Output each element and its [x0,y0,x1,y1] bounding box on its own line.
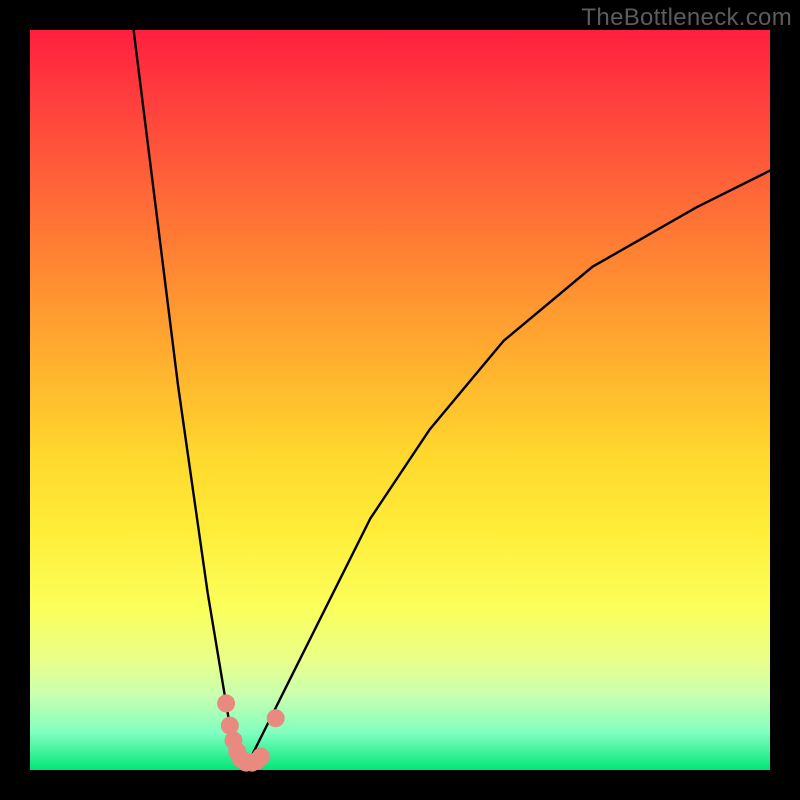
highlight-point [252,748,270,766]
bottleneck-curve-left-path [134,30,245,770]
bottleneck-curve-right-path [245,171,770,770]
highlight-points-group [217,694,285,771]
curve-svg [30,30,770,770]
watermark-text: TheBottleneck.com [581,4,792,32]
highlight-point [267,709,285,727]
plot-area [30,30,770,770]
chart-frame: TheBottleneck.com [0,0,800,800]
highlight-point [217,694,235,712]
